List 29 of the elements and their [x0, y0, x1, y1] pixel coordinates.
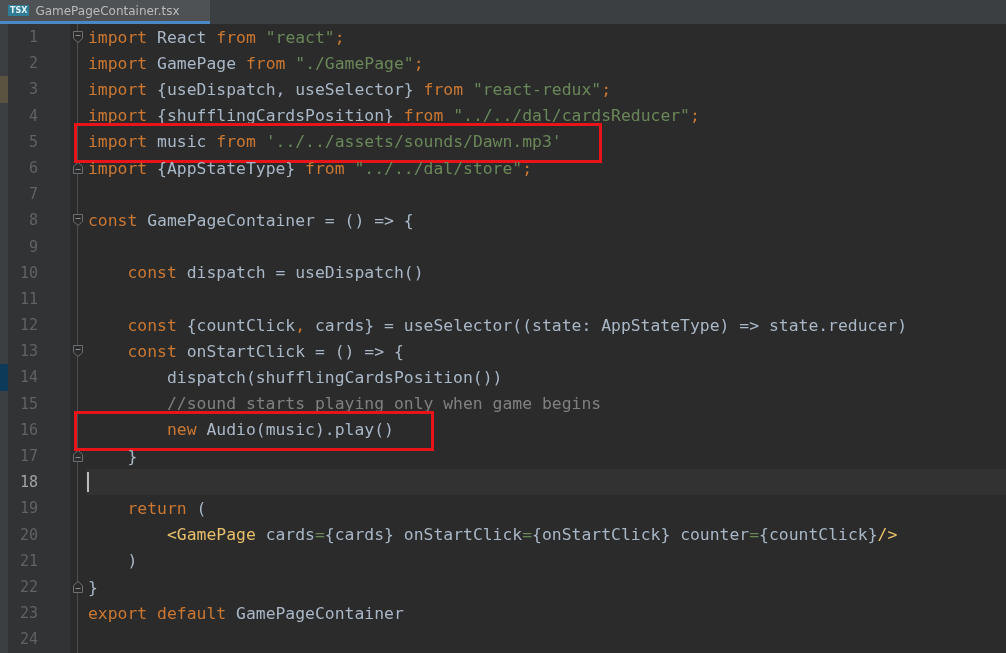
code-line: import music from '../../assets/sounds/Dawn.mp3' [88, 132, 562, 152]
code-line: } [126, 446, 138, 466]
code-line: const {countClick, cards} = useSelector((state: AppStateType) => state.reducer) [126, 315, 908, 335]
fold-icon[interactable] [72, 344, 84, 359]
file-tab[interactable]: TSX GamePageContainer.tsx [0, 0, 210, 24]
unfold-icon[interactable] [72, 580, 84, 595]
tsx-file-icon: TSX [8, 5, 30, 16]
code-line: //sound starts playing only when game begins [165, 394, 602, 414]
code-line: const onStartClick = () => { [126, 341, 404, 361]
unfold-icon[interactable] [72, 161, 84, 176]
code-line: import {AppStateType} from "../../dal/store"; [88, 158, 533, 178]
code-line: const dispatch = useDispatch() [126, 263, 424, 283]
code-line: return ( [126, 498, 207, 518]
text-caret [87, 472, 89, 493]
code-line: import React from "react"; [88, 27, 345, 47]
code-line: } [88, 577, 98, 597]
code-line: export default GamePageContainer [88, 603, 404, 623]
unfold-icon[interactable] [72, 449, 84, 464]
code-line: const GamePageContainer = () => { [88, 210, 414, 230]
code-line: import GamePage from "./GamePage"; [88, 53, 424, 73]
fold-icon[interactable] [72, 213, 84, 228]
code-line: new Audio(music).play() [88, 420, 394, 440]
line-number: 18 [18, 472, 38, 494]
fold-icon[interactable] [72, 30, 84, 45]
code-line: <GamePage cards={cards} onStartClick={onStartClick} counter={countClick}/> [165, 525, 898, 545]
code-line: dispatch(shufflingCardsPosition()) [165, 368, 503, 388]
code-line: import {useDispatch, useSelector} from "react-redux"; [88, 79, 612, 99]
code-line: import {shufflingCardsPosition} from "../../dal/cardsReducer"; [88, 106, 700, 126]
code-line: ) [126, 551, 138, 571]
